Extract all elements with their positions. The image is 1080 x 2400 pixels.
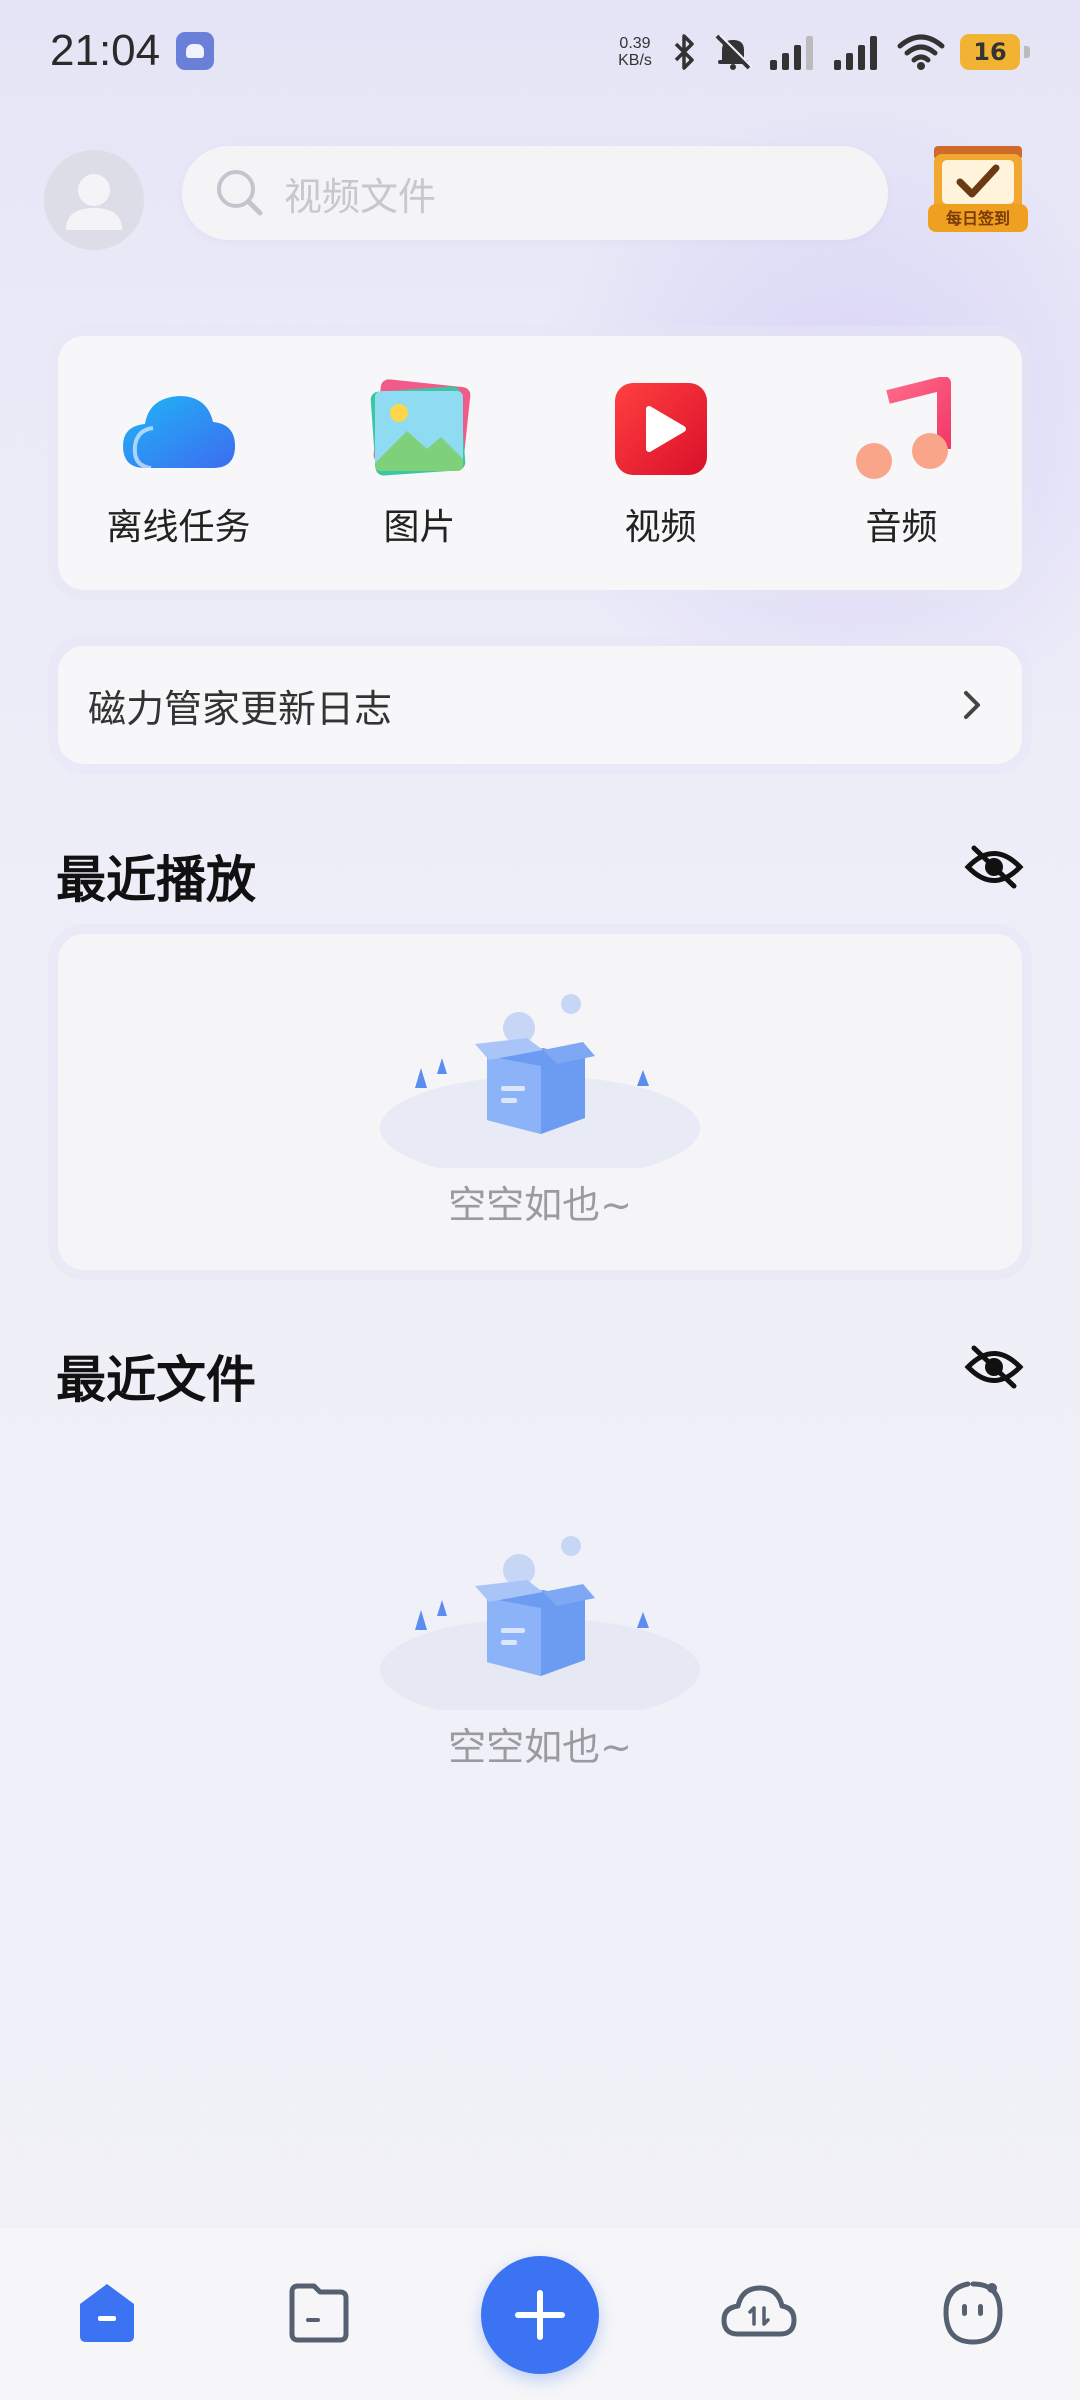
home-icon[interactable] <box>72 2278 142 2348</box>
add-button[interactable] <box>481 2256 599 2374</box>
calendar-check-icon: 每日签到 <box>928 146 1028 232</box>
recent-play-empty: 空空如也~ <box>340 978 740 1229</box>
battery-level: 16 <box>973 38 1007 66</box>
tile-offline-tasks[interactable]: 离线任务 <box>79 374 279 550</box>
eye-off-icon[interactable] <box>964 1342 1024 1392</box>
search-placeholder: 视频文件 <box>284 174 437 219</box>
net-speed-unit: KB/s <box>618 52 652 69</box>
tile-audio[interactable]: 音频 <box>802 374 1002 550</box>
status-time: 21:04 <box>50 26 161 75</box>
signal-icon <box>770 36 813 70</box>
tile-label: 离线任务 <box>106 507 251 548</box>
status-icons: 0.39 KB/s 16 <box>612 28 1030 76</box>
tile-videos[interactable]: 视频 <box>561 374 761 550</box>
avatar[interactable] <box>44 150 144 250</box>
video-play-icon <box>614 383 707 475</box>
quick-tiles-card: 离线任务 图片 视频 音频 <box>58 336 1022 590</box>
daily-checkin-button[interactable]: 每日签到 <box>926 140 1030 240</box>
changelog-row[interactable]: 磁力管家更新日志 <box>58 646 1022 764</box>
folder-icon[interactable] <box>284 2278 354 2348</box>
eye-off-icon[interactable] <box>964 842 1024 892</box>
signal-icon <box>834 36 877 70</box>
add-icon <box>515 2290 565 2340</box>
net-speed: 0.39 KB/s <box>612 35 658 69</box>
search-icon <box>217 170 263 216</box>
tile-label: 图片 <box>383 507 456 548</box>
app-notification-icon <box>176 32 214 70</box>
tile-images[interactable]: 图片 <box>320 374 520 550</box>
tile-label: 音频 <box>865 507 938 548</box>
search-input[interactable]: 视频文件 <box>182 146 888 240</box>
recent-files-title: 最近文件 <box>56 1351 256 1409</box>
chevron-right-icon <box>964 691 980 719</box>
tile-label: 视频 <box>624 507 697 548</box>
net-speed-value: 0.39 <box>619 35 651 52</box>
empty-text: 空空如也~ <box>448 1183 632 1227</box>
recent-play-title: 最近播放 <box>56 851 256 909</box>
recent-files-empty: 空空如也~ <box>340 1520 740 1771</box>
image-icon <box>370 379 470 476</box>
battery-indicator: 16 <box>960 34 1030 70</box>
status-bar: 21:04 0.39 KB/s 16 <box>0 0 1080 100</box>
wifi-icon <box>897 34 945 70</box>
mute-bell-icon <box>715 34 753 70</box>
cloud-transfer-icon[interactable] <box>720 2278 798 2348</box>
bluetooth-icon <box>674 34 694 70</box>
user-icon <box>66 174 122 230</box>
empty-text: 空空如也~ <box>448 1725 632 1769</box>
empty-box-icon <box>380 1536 700 1710</box>
bottom-nav <box>0 2228 1080 2400</box>
changelog-label: 磁力管家更新日志 <box>88 686 393 731</box>
cloud-icon <box>122 396 235 470</box>
music-note-icon <box>855 377 951 479</box>
profile-icon[interactable] <box>938 2278 1008 2348</box>
checkin-label: 每日签到 <box>946 209 1010 228</box>
empty-box-icon <box>380 994 700 1168</box>
